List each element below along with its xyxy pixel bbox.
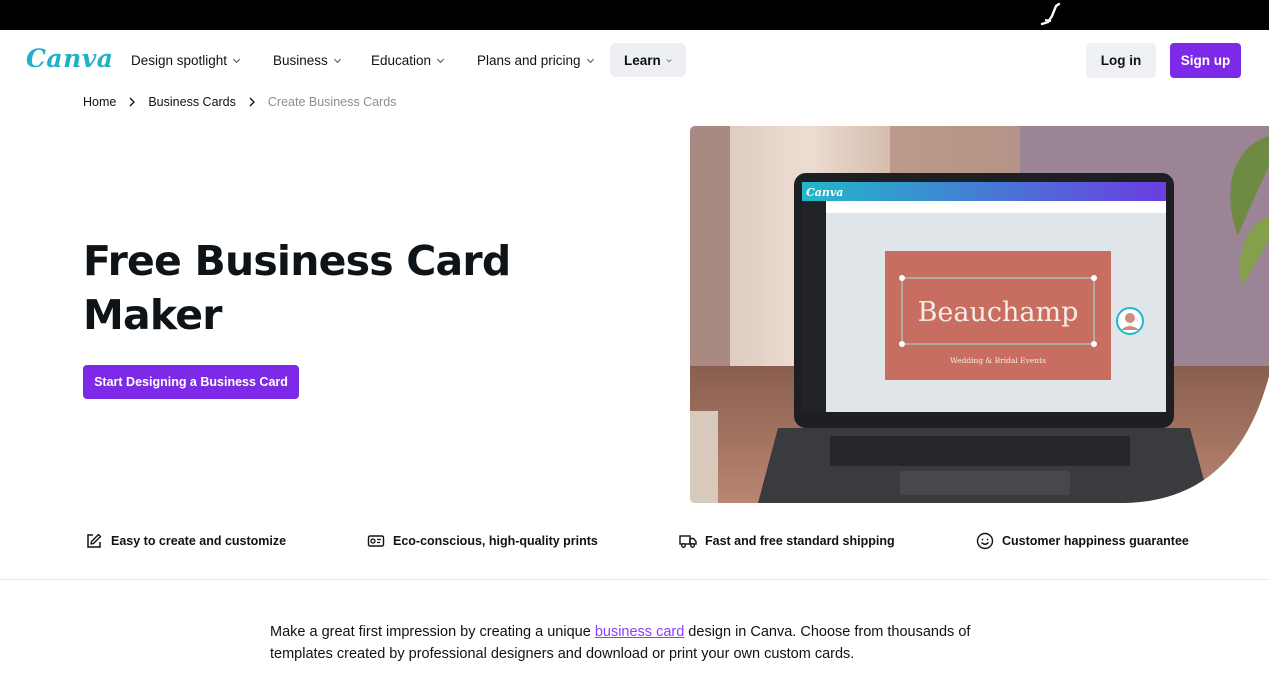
truck-icon <box>679 535 697 548</box>
nav-plans-pricing[interactable]: Plans and pricing <box>477 43 595 77</box>
mock-card-subtitle: Wedding & Bridal Events <box>950 356 1046 365</box>
feature-free-shipping: Fast and free standard shipping <box>679 528 895 554</box>
chevron-down-icon <box>666 58 672 62</box>
cursor-mark-icon <box>1040 2 1061 26</box>
intro-paragraph: Make a great first impression by creatin… <box>270 621 1010 665</box>
print-card-icon <box>367 535 385 547</box>
section-divider <box>0 579 1269 580</box>
feature-label: Customer happiness guarantee <box>1002 534 1189 548</box>
page-title: Free Business Card Maker <box>83 234 563 342</box>
feature-label: Eco-conscious, high-quality prints <box>393 534 598 548</box>
nav-design-spotlight[interactable]: Design spotlight <box>131 43 241 77</box>
chevron-down-icon <box>233 58 241 63</box>
login-button[interactable]: Log in <box>1086 43 1156 78</box>
top-navigation: Canva Design spotlight Business Educatio… <box>0 30 1269 92</box>
breadcrumb: Home Business Cards Create Business Card… <box>83 94 396 110</box>
mock-card-name: Beauchamp <box>918 297 1079 328</box>
chevron-right-icon <box>249 97 255 107</box>
smiley-icon <box>976 532 994 550</box>
nav-label: Education <box>371 52 432 68</box>
pencil-edit-icon <box>87 533 102 548</box>
breadcrumb-business-cards-link[interactable]: Business Cards <box>148 95 236 109</box>
business-card-link[interactable]: business card <box>595 624 684 640</box>
nav-label: Design spotlight <box>131 52 228 68</box>
mock-app-logo: Canva <box>806 186 843 199</box>
feature-easy-create: Easy to create and customize <box>85 528 286 554</box>
features-bar: Easy to create and customize Eco-conscio… <box>0 528 1269 554</box>
chevron-down-icon <box>333 58 341 63</box>
breadcrumb-current: Create Business Cards <box>267 95 397 109</box>
top-black-strip <box>0 0 1269 30</box>
hero-laptop-illustration: Canva Share Beauchamp Wedding & Bridal E… <box>690 126 1269 503</box>
nav-label: Learn <box>624 52 661 68</box>
feature-eco-prints: Eco-conscious, high-quality prints <box>367 528 598 554</box>
chevron-down-icon <box>437 58 445 63</box>
mock-share-label: Share <box>1148 191 1162 197</box>
nav-label: Business <box>273 52 328 68</box>
start-designing-button[interactable]: Start Designing a Business Card <box>83 365 299 399</box>
intro-text-before: Make a great first impression by creatin… <box>270 624 595 640</box>
nav-label: Plans and pricing <box>477 52 581 68</box>
title-line-2: Maker <box>83 291 222 339</box>
feature-label: Fast and free standard shipping <box>705 534 895 548</box>
canva-logo[interactable]: Canva <box>26 44 114 73</box>
signup-button[interactable]: Sign up <box>1170 43 1241 78</box>
breadcrumb-home-link[interactable]: Home <box>83 95 116 109</box>
chevron-down-icon <box>586 58 594 63</box>
nav-business[interactable]: Business <box>273 43 342 77</box>
feature-happiness-guarantee: Customer happiness guarantee <box>976 528 1189 554</box>
chevron-right-icon <box>129 97 136 107</box>
feature-label: Easy to create and customize <box>111 534 287 548</box>
nav-learn[interactable]: Learn <box>610 43 686 77</box>
nav-education[interactable]: Education <box>371 43 445 77</box>
title-line-1: Free Business Card <box>83 237 511 285</box>
